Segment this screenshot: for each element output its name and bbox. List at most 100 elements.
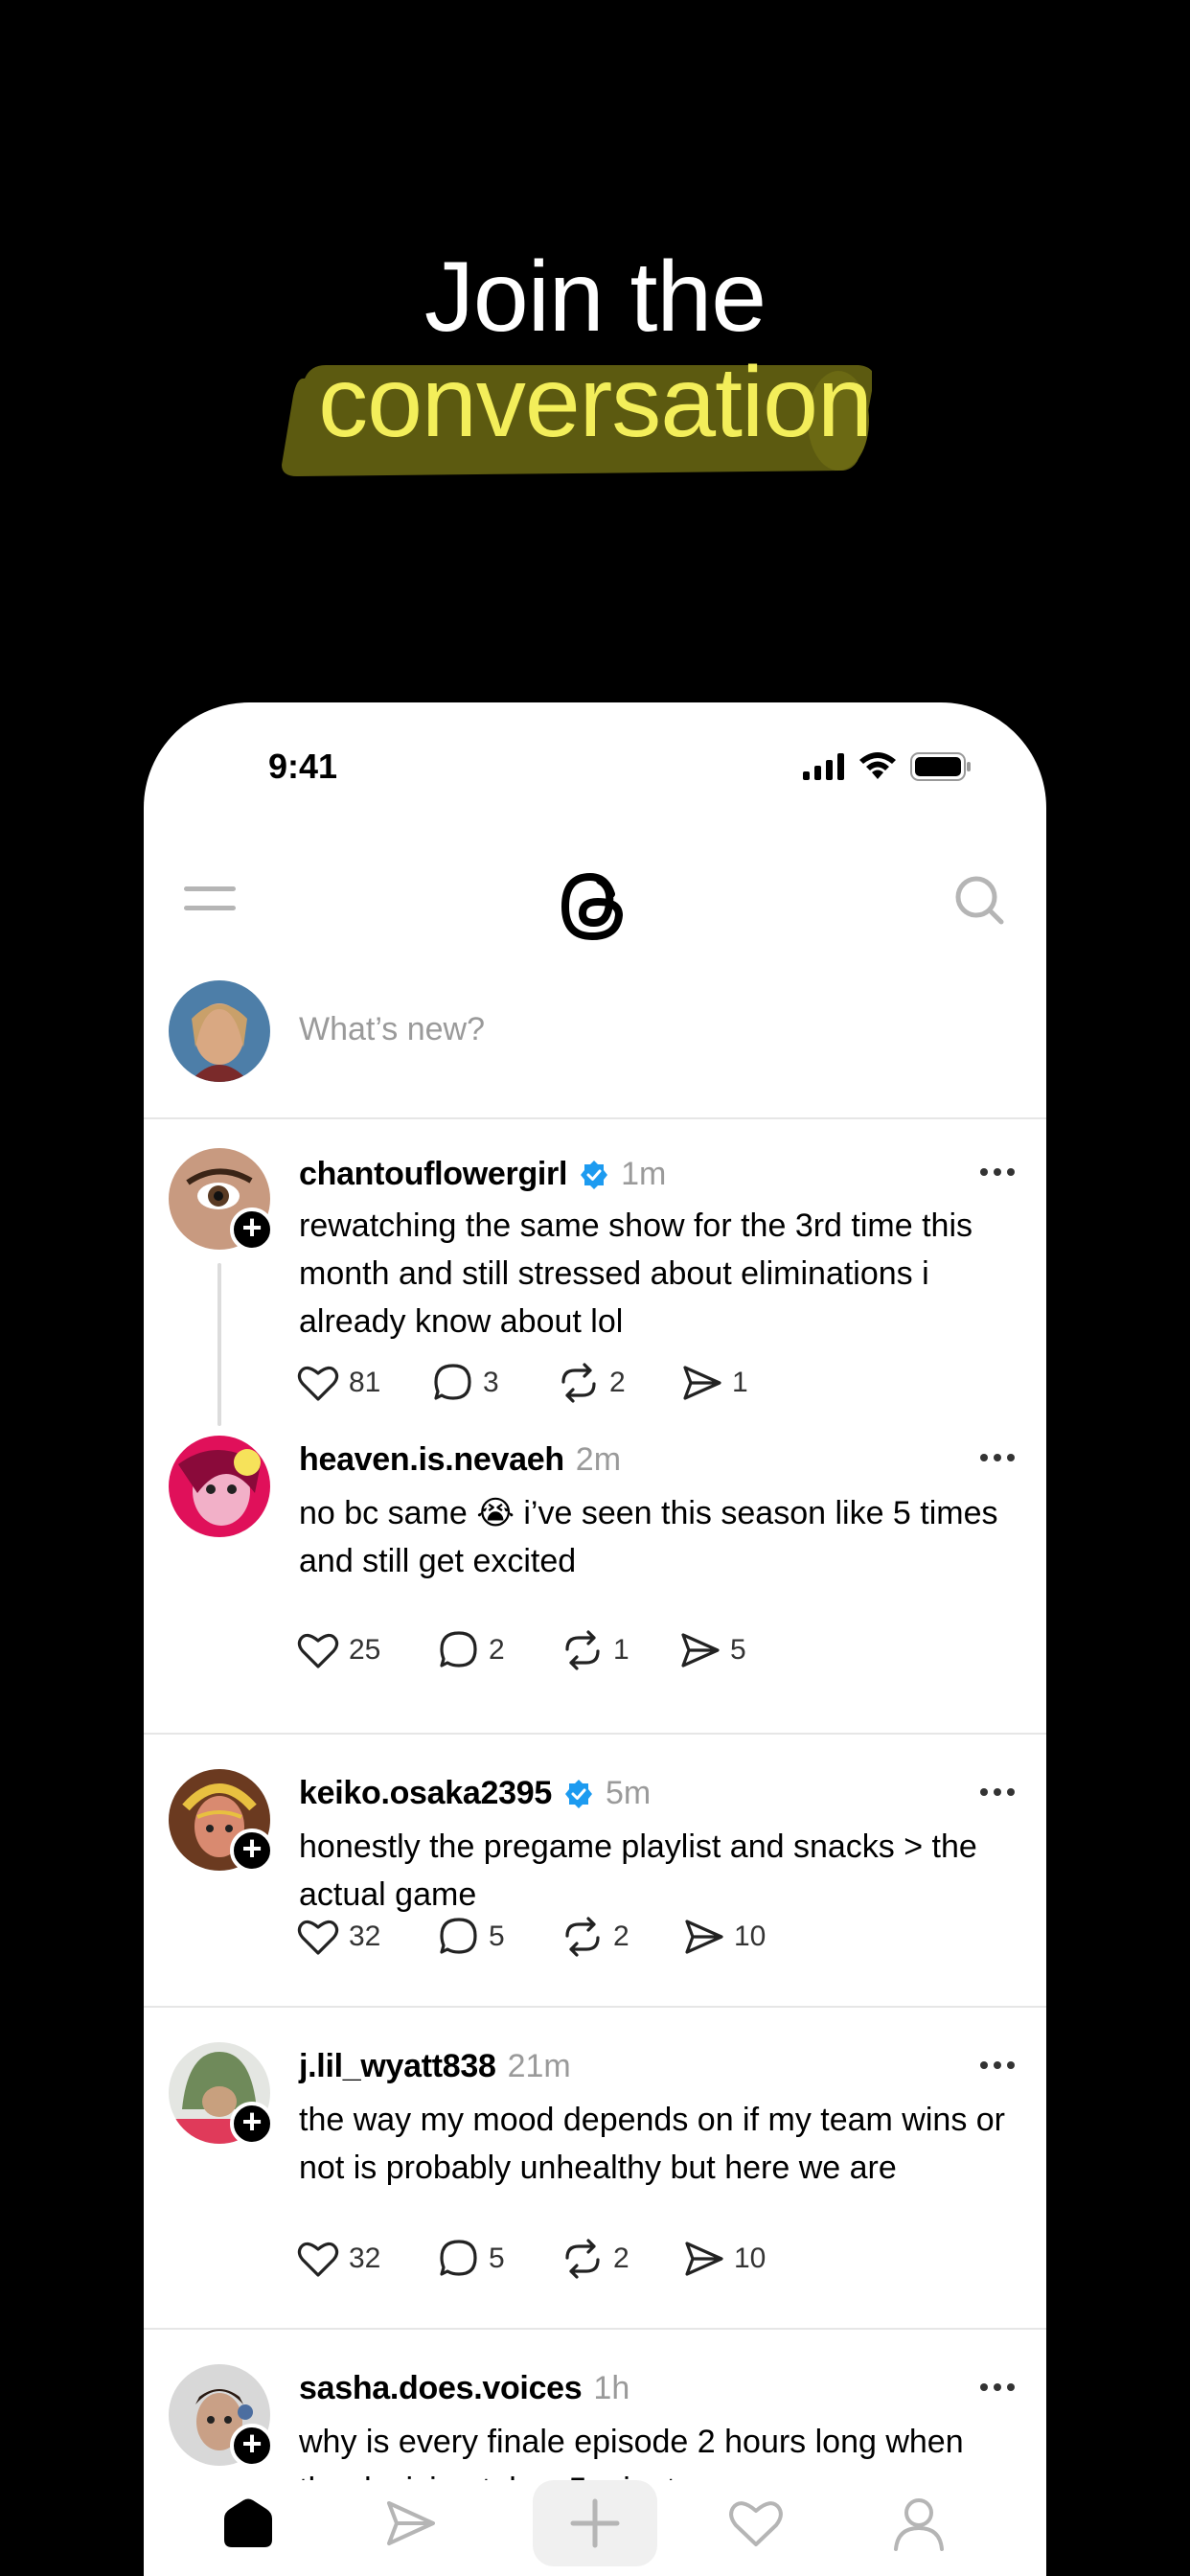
like-button[interactable]: 81 — [297, 1364, 433, 1402]
tab-messages[interactable] — [349, 2480, 473, 2566]
share-count: 1 — [732, 1367, 748, 1398]
wifi-icon — [859, 752, 896, 779]
username[interactable]: keiko.osaka2395 — [299, 1775, 552, 1812]
follow-button[interactable]: + — [230, 2102, 274, 2146]
heart-icon — [297, 1633, 339, 1668]
like-count: 81 — [349, 1367, 381, 1398]
post-actions: 32 5 2 10 — [297, 2239, 766, 2279]
headline-line1: Join the — [423, 242, 767, 353]
comment-icon — [440, 2240, 477, 2276]
username[interactable]: j.lil_wyatt838 — [299, 2048, 496, 2085]
reply-button[interactable]: 5 — [439, 2239, 561, 2279]
share-count: 10 — [734, 2242, 767, 2274]
tab-home[interactable] — [186, 2480, 310, 2566]
reply-count: 2 — [489, 1634, 505, 1666]
post-actions: 25 2 1 5 — [297, 1630, 746, 1670]
post-text: the way my mood depends on if my team wi… — [299, 2102, 1005, 2186]
status-icons — [803, 752, 972, 781]
headline: Join the conversation — [0, 242, 1190, 476]
headline-line2: conversation — [318, 347, 873, 458]
repost-button[interactable]: 2 — [561, 2239, 684, 2279]
repost-icon — [565, 1917, 600, 1957]
plus-icon — [570, 2498, 620, 2548]
menu-icon[interactable] — [184, 885, 238, 913]
comment-icon — [434, 1364, 471, 1400]
more-icon[interactable] — [979, 2382, 1016, 2392]
share-button[interactable]: 10 — [684, 1918, 766, 1956]
reply-button[interactable]: 3 — [433, 1363, 558, 1403]
tab-create[interactable] — [533, 2480, 657, 2566]
post-header: j.lil_wyatt838 21m — [299, 2048, 571, 2085]
username[interactable]: heaven.is.nevaeh — [299, 1441, 564, 1479]
post-text: rewatching the same show for the 3rd tim… — [299, 1208, 973, 1340]
repost-button[interactable]: 1 — [561, 1630, 680, 1670]
share-button[interactable]: 5 — [680, 1631, 746, 1669]
post-header: heaven.is.nevaeh 2m — [299, 1441, 621, 1479]
share-button[interactable]: 10 — [684, 2240, 766, 2278]
heart-icon — [297, 1920, 339, 1955]
more-icon[interactable] — [979, 1453, 1016, 1462]
username[interactable]: sasha.does.voices — [299, 2370, 583, 2407]
post-time: 1m — [621, 1156, 667, 1192]
repost-button[interactable]: 2 — [561, 1917, 684, 1957]
verified-icon — [581, 1160, 608, 1189]
post[interactable]: + chantouflowergirl 1m rewatching the sa… — [144, 1119, 1046, 1436]
post-actions: 32 5 2 10 — [297, 1917, 766, 1957]
repost-icon — [565, 2239, 600, 2279]
post[interactable]: + j.lil_wyatt838 21m the way my mood dep… — [144, 2008, 1046, 2330]
repost-icon — [561, 1363, 596, 1403]
like-count: 25 — [349, 1634, 381, 1666]
more-icon[interactable] — [979, 1787, 1016, 1797]
follow-button[interactable]: + — [230, 1208, 274, 1252]
post-text: no bc same 😭 i’ve seen this season like … — [299, 1495, 998, 1579]
tab-activity[interactable] — [694, 2480, 818, 2566]
like-button[interactable]: 32 — [297, 1918, 439, 1956]
heart-icon — [297, 2242, 339, 2277]
post-time: 21m — [507, 2048, 571, 2084]
send-icon — [685, 1920, 723, 1954]
threads-logo-icon[interactable] — [556, 865, 632, 948]
repost-icon — [565, 1630, 600, 1670]
post-header: chantouflowergirl 1m — [299, 1156, 666, 1193]
battery-icon — [910, 752, 971, 781]
reply-count: 5 — [489, 2242, 505, 2274]
composer-input[interactable]: What’s new? — [299, 1011, 485, 1048]
heart-icon — [297, 1366, 339, 1401]
reply-button[interactable]: 2 — [439, 1630, 561, 1670]
more-icon[interactable] — [979, 2060, 1016, 2070]
avatar[interactable] — [169, 1436, 270, 1537]
post-time: 2m — [575, 1441, 622, 1478]
status-bar: 9:41 — [144, 702, 1046, 837]
follow-button[interactable]: + — [230, 1828, 274, 1873]
repost-count: 1 — [613, 1634, 629, 1666]
send-icon — [683, 1366, 721, 1400]
my-avatar[interactable] — [169, 980, 270, 1082]
send-icon — [387, 2501, 435, 2545]
search-icon[interactable] — [952, 873, 1006, 927]
post[interactable]: heaven.is.nevaeh 2m no bc same 😭 i’ve se… — [144, 1436, 1046, 1735]
profile-icon — [894, 2498, 944, 2551]
post-header: sasha.does.voices 1h — [299, 2370, 629, 2407]
tab-profile[interactable] — [857, 2480, 981, 2566]
more-icon[interactable] — [979, 1167, 1016, 1177]
repost-button[interactable]: 2 — [558, 1363, 682, 1403]
post-time: 5m — [605, 1775, 652, 1811]
comment-icon — [440, 1918, 477, 1954]
composer[interactable]: What’s new? — [144, 952, 1046, 1119]
verified-icon — [564, 1779, 592, 1808]
send-icon — [685, 2242, 723, 2276]
follow-button[interactable]: + — [230, 2424, 274, 2468]
reply-button[interactable]: 5 — [439, 1917, 561, 1957]
post-actions: 81 3 2 1 — [297, 1363, 748, 1403]
post[interactable]: + keiko.osaka2395 5m honestly the pregam… — [144, 1735, 1046, 2008]
thread-line — [217, 1263, 221, 1426]
username[interactable]: chantouflowergirl — [299, 1156, 567, 1193]
like-button[interactable]: 32 — [297, 2240, 439, 2278]
signal-icon — [803, 753, 844, 780]
share-count: 5 — [730, 1634, 746, 1666]
comment-icon — [440, 1631, 477, 1668]
share-button[interactable]: 1 — [682, 1364, 748, 1402]
top-bar — [144, 846, 1046, 952]
post[interactable]: + sasha.does.voices 1h why is every fina… — [144, 2330, 1046, 2508]
like-button[interactable]: 25 — [297, 1631, 439, 1669]
